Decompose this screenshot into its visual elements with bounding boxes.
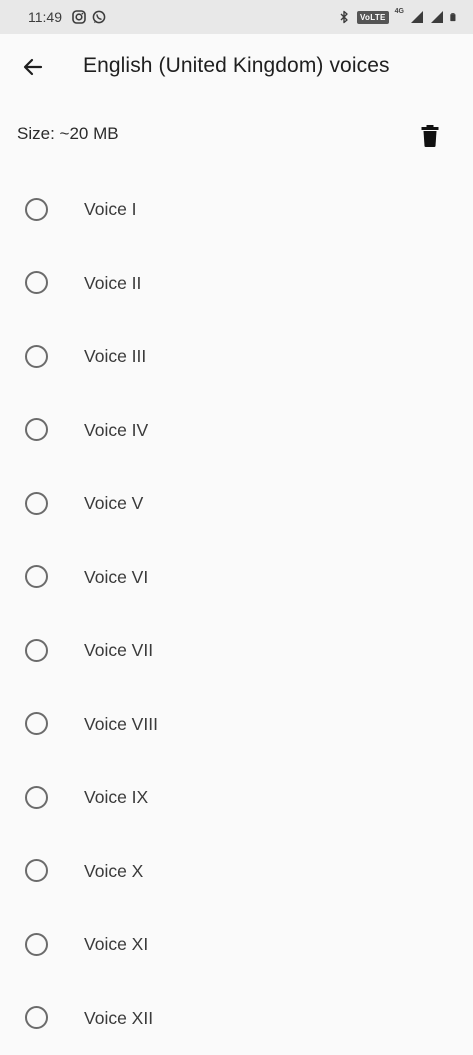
signal-icon-2 [430,10,444,24]
voice-option[interactable]: Voice VI [0,541,473,615]
signal-icon-1 [410,10,424,24]
voice-label: Voice VI [84,567,148,588]
voice-label: Voice VIII [84,714,158,735]
size-label: Size: ~20 MB [17,124,119,144]
radio-button[interactable] [25,418,48,441]
voice-option[interactable]: Voice X [0,835,473,909]
bluetooth-icon [337,10,351,24]
trash-icon [420,124,440,148]
radio-button[interactable] [25,198,48,221]
voice-option[interactable]: Voice VII [0,614,473,688]
arrow-back-icon [22,56,44,78]
voice-label: Voice II [84,273,141,294]
radio-button[interactable] [25,712,48,735]
voice-option[interactable]: Voice V [0,467,473,541]
voice-label: Voice VII [84,640,153,661]
radio-button[interactable] [25,859,48,882]
voice-option[interactable]: Voice II [0,247,473,321]
instagram-icon [72,10,86,24]
radio-button[interactable] [25,492,48,515]
radio-button[interactable] [25,271,48,294]
voice-label: Voice V [84,493,143,514]
voice-label: Voice IX [84,787,148,808]
voice-label: Voice I [84,199,137,220]
radio-button[interactable] [25,639,48,662]
radio-button[interactable] [25,933,48,956]
voice-option[interactable]: Voice XII [0,982,473,1055]
voice-label: Voice X [84,861,143,882]
voice-option[interactable]: Voice VIII [0,688,473,762]
voice-option[interactable]: Voice III [0,320,473,394]
radio-button[interactable] [25,786,48,809]
status-left-icons [72,10,106,24]
radio-button[interactable] [25,1006,48,1029]
voice-option[interactable]: Voice IX [0,761,473,835]
delete-button[interactable] [414,120,446,152]
radio-button[interactable] [25,345,48,368]
voice-label: Voice III [84,346,146,367]
status-right-icons: VoLTE 4G [337,10,459,24]
voice-option[interactable]: Voice I [0,173,473,247]
voice-label: Voice IV [84,420,148,441]
status-time: 11:49 [28,9,62,25]
4g-indicator: 4G [395,8,404,15]
voice-option[interactable]: Voice XI [0,908,473,982]
size-row: Size: ~20 MB [0,108,473,162]
voice-label: Voice XII [84,1008,153,1029]
voice-label: Voice XI [84,934,148,955]
battery-icon [450,10,459,24]
voice-list: Voice I Voice II Voice III Voice IV Voice V V… [0,173,473,1055]
app-bar: English (United Kingdom) voices [0,34,473,102]
whatsapp-icon [92,10,106,24]
back-button[interactable] [16,50,50,84]
status-bar: 11:49 VoLTE 4G [0,0,473,34]
volte-badge: VoLTE [357,11,389,24]
radio-button[interactable] [25,565,48,588]
page-title: English (United Kingdom) voices [83,54,390,78]
voice-option[interactable]: Voice IV [0,394,473,468]
